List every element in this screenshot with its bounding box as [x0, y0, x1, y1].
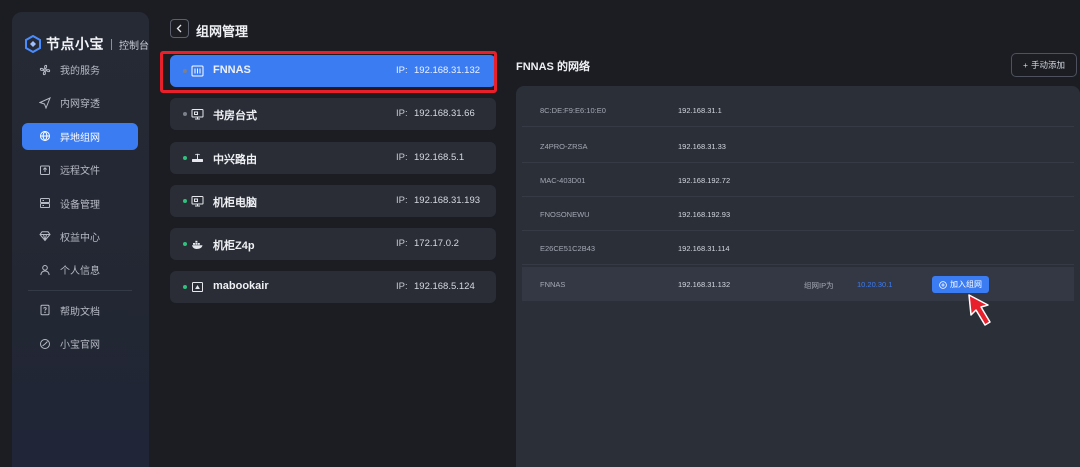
device-name: 机柜Z4p: [213, 240, 255, 253]
manual-add-label: 手动添加: [1030, 60, 1065, 70]
upload-box-icon: [40, 165, 50, 175]
manual-add-button[interactable]: + 手动添加: [1011, 53, 1077, 77]
device-item[interactable]: 机柜电脑 IP: 192.168.31.193: [170, 184, 496, 217]
network-device-ip: 192.168.31.1: [678, 106, 722, 115]
desktop-icon: [191, 109, 204, 120]
sidebar: 节点小宝 控制台 我的服务 内网穿透 异地组网 远程文件 设备管理 权益中心 个…: [12, 12, 149, 467]
brand[interactable]: 节点小宝 控制台: [24, 34, 149, 54]
network-row[interactable]: MAC-403D01 192.168.192.72: [522, 163, 1074, 197]
sidebar-item-device-management[interactable]: 设备管理: [22, 190, 138, 217]
sidebar-item-benefits[interactable]: 权益中心: [22, 223, 138, 250]
selection-highlight-box: [160, 51, 497, 93]
pointer-arrow-icon: [968, 294, 991, 326]
help-doc-icon: [40, 304, 50, 316]
status-dot: [183, 285, 187, 290]
status-dot: [183, 112, 187, 117]
status-dot: [183, 198, 187, 203]
sidebar-item-remote-network[interactable]: 异地组网: [22, 122, 138, 150]
device-ip: 172.17.0.2: [414, 238, 459, 250]
virtual-ip-label: 组网IP为: [804, 281, 834, 290]
desktop-icon: [191, 195, 204, 207]
device-ip-label: IP:: [396, 108, 408, 120]
network-device-name: MAC-403D01: [540, 176, 586, 185]
network-panel: 8C:DE:F9:E6:10:E0 192.168.31.1 Z4PRO-ZRS…: [516, 86, 1080, 467]
device-item[interactable]: 书房台式 IP: 192.168.31.66: [170, 98, 496, 131]
virtual-ip-value: 10.20.30.1: [857, 280, 893, 289]
network-device-ip: 192.168.31.132: [678, 280, 731, 289]
network-row[interactable]: FNOSONEWU 192.168.192.93: [522, 197, 1074, 231]
laptop-icon: [192, 282, 203, 293]
device-name: 中兴路由: [213, 153, 257, 166]
server-icon: [40, 198, 50, 209]
sidebar-item-label: 小宝官网: [60, 340, 100, 352]
sidebar-item-label: 帮助文档: [60, 306, 100, 318]
join-network-button[interactable]: 加入组网: [932, 276, 989, 293]
network-device-ip: 192.168.31.114: [678, 244, 730, 253]
network-title: FNNAS 的网络: [516, 61, 590, 73]
sidebar-item-my-services[interactable]: 我的服务: [22, 56, 138, 83]
sidebar-item-label: 设备管理: [60, 199, 100, 211]
device-item[interactable]: mabookair IP: 192.168.5.124: [170, 271, 496, 304]
sidebar-item-remote-files[interactable]: 远程文件: [22, 156, 138, 183]
browser-icon: [40, 338, 50, 349]
send-icon: [39, 96, 51, 109]
docker-icon: [192, 240, 203, 250]
device-name: 书房台式: [213, 110, 257, 123]
device-name: mabookair: [213, 280, 269, 293]
sidebar-item-label: 权益中心: [60, 232, 100, 244]
device-ip: 192.168.31.193: [414, 194, 481, 206]
network-device-name: 8C:DE:F9:E6:10:E0: [540, 106, 606, 115]
brand-name: 节点小宝: [46, 36, 104, 52]
user-icon: [40, 264, 50, 275]
network-device-ip: 192.168.31.33: [678, 142, 726, 151]
sidebar-item-label: 远程文件: [60, 166, 100, 178]
sidebar-item-label: 个人信息: [60, 266, 100, 278]
plus-icon: +: [1023, 60, 1028, 70]
network-device-name: Z4PRO-ZRSA: [540, 142, 588, 151]
device-item[interactable]: 机柜Z4p IP: 172.17.0.2: [170, 228, 496, 261]
fan-icon: [39, 64, 51, 75]
globe-icon: [40, 131, 50, 142]
sidebar-nav: 我的服务 内网穿透 异地组网 远程文件 设备管理 权益中心 个人信息 帮助文档 …: [22, 56, 138, 364]
sidebar-item-profile[interactable]: 个人信息: [22, 256, 138, 283]
network-device-name: FNOSONEWU: [540, 210, 590, 219]
device-item[interactable]: 中兴路由 IP: 192.168.5.1: [170, 141, 496, 174]
sidebar-item-label: 我的服务: [60, 66, 100, 77]
device-list: FNNAS IP: 192.168.31.132 书房台式 IP: 192.16…: [170, 55, 496, 315]
brand-subtitle: 控制台: [119, 40, 149, 52]
sidebar-item-label: 内网穿透: [60, 99, 100, 111]
network-row[interactable]: 8C:DE:F9:E6:10:E0 192.168.31.1: [522, 93, 1074, 127]
device-ip-label: IP:: [396, 238, 408, 250]
network-row[interactable]: Z4PRO-ZRSA 192.168.31.33: [522, 129, 1074, 163]
device-ip-label: IP:: [396, 151, 408, 163]
device-ip: 192.168.5.124: [414, 281, 475, 293]
sidebar-item-official-site[interactable]: 小宝官网: [22, 330, 138, 357]
chevron-left-icon: [176, 24, 182, 33]
device-ip: 192.168.5.1: [414, 151, 465, 163]
device-ip: 192.168.31.66: [414, 108, 475, 120]
device-ip-label: IP:: [396, 194, 408, 206]
sidebar-item-label: 异地组网: [60, 132, 100, 144]
brand-separator: [111, 38, 112, 50]
status-dot: [183, 155, 187, 160]
network-device-name: E26CE51C2B43: [540, 244, 596, 253]
join-network-label: 加入组网: [950, 280, 982, 289]
brand-logo-icon: [25, 35, 41, 53]
network-device-ip: 192.168.192.72: [678, 176, 731, 185]
sidebar-item-help-docs[interactable]: 帮助文档: [22, 297, 138, 324]
network-device-ip: 192.168.192.93: [678, 210, 731, 219]
page-title: 组网管理: [196, 24, 249, 39]
device-name: 机柜电脑: [213, 196, 257, 209]
router-icon: [192, 153, 203, 162]
sidebar-divider: [28, 289, 132, 291]
diamond-icon: [39, 231, 51, 242]
sidebar-item-intranet[interactable]: 内网穿透: [22, 89, 138, 116]
network-device-name: FNNAS: [540, 280, 566, 289]
device-ip-label: IP:: [396, 281, 408, 293]
network-row[interactable]: E26CE51C2B43 192.168.31.114: [522, 231, 1074, 265]
back-button[interactable]: [170, 19, 189, 38]
plus-circle-icon: [939, 280, 947, 289]
status-dot: [183, 242, 187, 247]
